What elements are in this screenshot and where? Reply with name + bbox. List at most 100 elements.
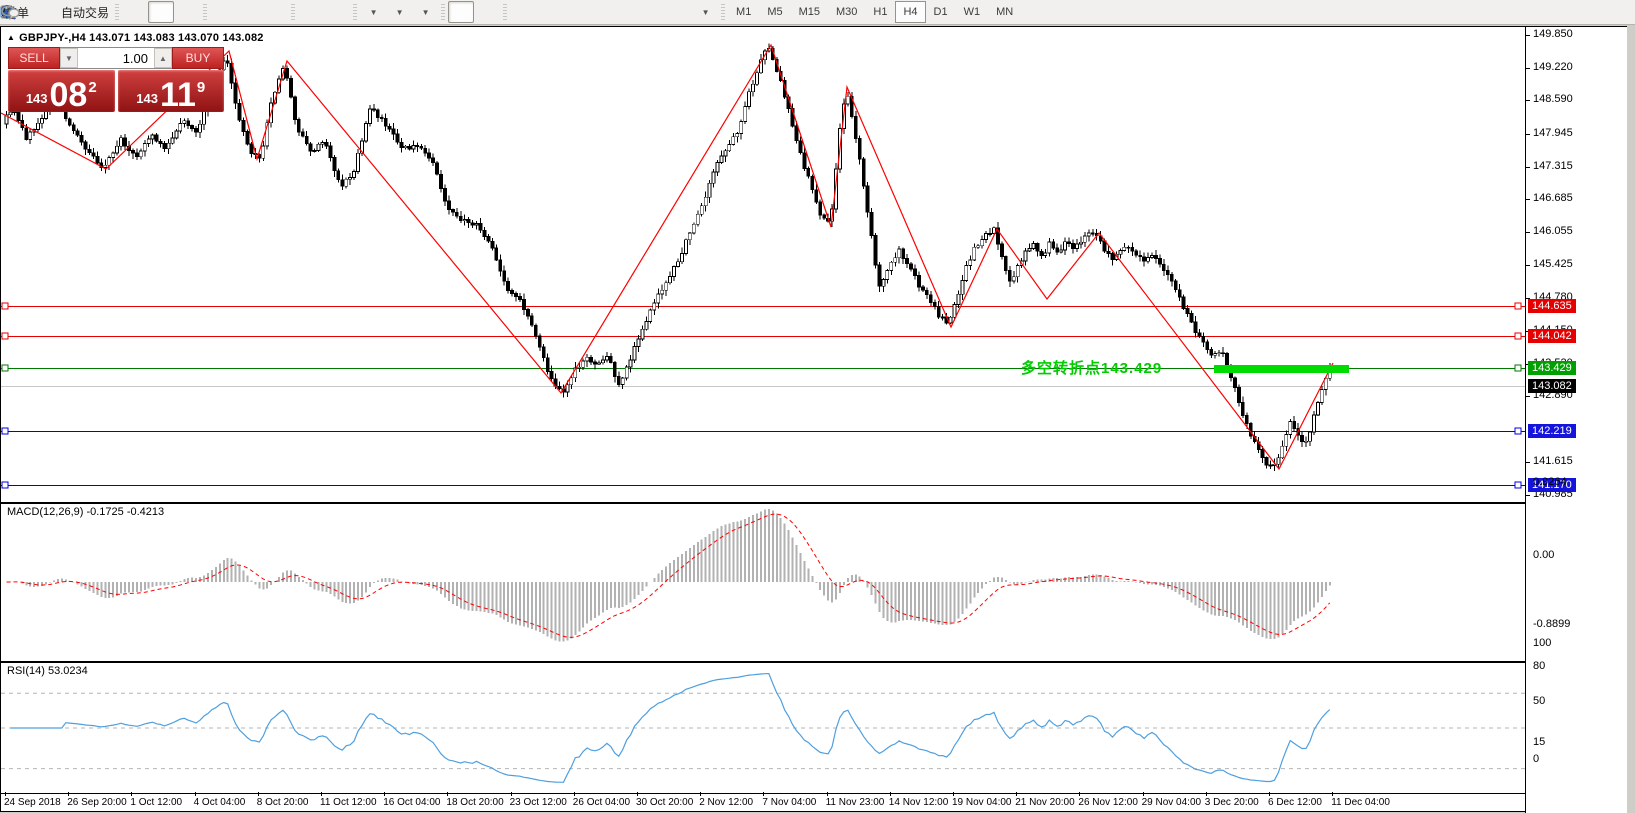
highlight-level-bar[interactable]	[1214, 365, 1349, 373]
time-axis-label: 16 Oct 04:00	[383, 797, 440, 808]
time-axis-label: 8 Oct 20:00	[257, 797, 309, 808]
new-order-icon[interactable]	[32, 1, 58, 23]
timeframe-M30[interactable]: M30	[828, 1, 865, 23]
time-axis-tick	[700, 792, 701, 796]
rsi-panel[interactable]	[1, 664, 1525, 793]
hline-handles-layer[interactable]	[2, 303, 1521, 488]
time-axis-tick	[447, 792, 448, 796]
main-chart-area[interactable]: 多空转折点143.429 ▲GBPJPY-,H4 143.071 143.083…	[1, 27, 1525, 502]
timeframe-W1[interactable]: W1	[956, 1, 989, 23]
volume-down-button[interactable]: ▼	[60, 48, 78, 68]
rsi-axis-label: 100	[1533, 637, 1551, 649]
time-axis-tick	[1332, 792, 1333, 796]
tile-windows-button[interactable]	[262, 1, 288, 23]
buy-price-big: 11	[160, 81, 196, 110]
y-axis-label: 146.685	[1533, 192, 1573, 204]
symbol-header[interactable]: ▲GBPJPY-,H4 143.071 143.083 143.070 143.…	[7, 32, 264, 44]
text-button[interactable]: A	[640, 1, 666, 23]
time-axis-tick	[5, 792, 6, 796]
arrows-button[interactable]: ▼	[692, 1, 718, 23]
macd-panel[interactable]	[1, 505, 1525, 661]
volume-up-button[interactable]: ▲	[154, 48, 172, 68]
time-axis-label: 4 Oct 04:00	[194, 797, 246, 808]
collapse-triangle-icon[interactable]: ▲	[7, 33, 15, 42]
chart-shift-button[interactable]	[324, 1, 350, 23]
macd-panel-divider[interactable]	[1, 502, 1626, 504]
y-axis-tick	[1526, 199, 1530, 200]
one-click-trading-panel: SELL ▼ 1.00 ▲ BUY 143082 143119	[8, 47, 224, 112]
toolbar-grip	[115, 4, 119, 20]
vertical-line-button[interactable]	[510, 1, 536, 23]
crosshair-button[interactable]	[474, 1, 500, 23]
volume-value[interactable]: 1.00	[78, 48, 154, 68]
fibonacci-button[interactable]: F	[614, 1, 640, 23]
time-axis-label: 26 Sep 20:00	[67, 797, 127, 808]
sell-price-big: 08	[50, 81, 88, 110]
horizontal-lines-layer[interactable]	[1, 307, 1525, 486]
timeframe-bar: M1M5M15M30H1H4D1W1MN	[728, 1, 1021, 23]
time-axis-tick	[637, 792, 638, 796]
rsi-axis-label: 80	[1533, 660, 1545, 672]
text-label-button[interactable]: T	[666, 1, 692, 23]
rsi-axis-label: 15	[1533, 736, 1545, 748]
time-axis-label: 26 Oct 04:00	[573, 797, 630, 808]
rsi-axis-label: 0	[1533, 753, 1539, 765]
chat-icon[interactable]	[0, 4, 20, 20]
sell-price-panel[interactable]: 143082	[8, 70, 115, 112]
time-axis-label: 7 Nov 04:00	[762, 797, 816, 808]
autotrade-button[interactable]: 自动交易	[58, 1, 112, 23]
timeframe-H4[interactable]: H4	[895, 1, 925, 23]
line-chart-button[interactable]	[174, 1, 200, 23]
timeframe-M1[interactable]: M1	[728, 1, 759, 23]
price-axis[interactable]: 149.850149.220148.590147.945147.315146.6…	[1525, 27, 1627, 813]
time-axis-label: 1 Oct 12:00	[130, 797, 182, 808]
time-axis-label: 3 Dec 20:00	[1205, 797, 1259, 808]
time-axis-label: 23 Oct 12:00	[510, 797, 567, 808]
horizontal-line-button[interactable]	[536, 1, 562, 23]
macd-axis-label: 0.9264	[1533, 476, 1567, 488]
macd-axis-label: 0.00	[1533, 549, 1554, 561]
time-axis-label: 11 Oct 12:00	[320, 797, 377, 808]
dropdown-caret: ▼	[396, 8, 404, 17]
macd-axis-label: -0.8899	[1533, 618, 1570, 630]
time-axis-tick	[1206, 792, 1207, 796]
templates-button[interactable]: ▼	[412, 1, 438, 23]
macd-histogram-layer	[7, 509, 1330, 642]
rsi-label: RSI(14) 53.0234	[7, 665, 88, 677]
timeframe-M5[interactable]: M5	[759, 1, 790, 23]
equidistant-channel-button[interactable]: E	[588, 1, 614, 23]
dropdown-caret: ▼	[702, 8, 710, 17]
time-axis-label: 11 Dec 04:00	[1331, 797, 1390, 808]
y-axis-label: 149.220	[1533, 61, 1573, 73]
time-axis-tick	[131, 792, 132, 796]
sell-button[interactable]: SELL	[8, 47, 60, 69]
timeframe-H1[interactable]: H1	[865, 1, 895, 23]
y-axis-tick	[1526, 134, 1530, 135]
rsi-panel-divider[interactable]	[1, 661, 1626, 663]
sell-price-sup: 2	[88, 79, 96, 96]
y-axis-label: 148.590	[1533, 93, 1573, 105]
cursor-button[interactable]	[448, 1, 474, 23]
zoom-in-button[interactable]	[210, 1, 236, 23]
toolbar-grip	[291, 4, 295, 20]
buy-button[interactable]: BUY	[172, 47, 224, 69]
time-axis-tick	[1079, 792, 1080, 796]
buy-price-panel[interactable]: 143119	[118, 70, 225, 112]
time-axis-tick	[763, 792, 764, 796]
bar-chart-button[interactable]	[122, 1, 148, 23]
timeframe-D1[interactable]: D1	[926, 1, 956, 23]
indicators-button[interactable]: ▼	[360, 1, 386, 23]
time-axis-label: 29 Nov 04:00	[1142, 797, 1202, 808]
dropdown-caret: ▼	[422, 8, 430, 17]
timeframe-MN[interactable]: MN	[988, 1, 1021, 23]
auto-scroll-button[interactable]	[298, 1, 324, 23]
periods-button[interactable]: ▼	[386, 1, 412, 23]
time-axis-tick	[195, 792, 196, 796]
y-axis-tick	[1526, 68, 1530, 69]
trendline-button[interactable]	[562, 1, 588, 23]
time-axis-tick	[574, 792, 575, 796]
price-level-label: 144.635	[1528, 299, 1576, 313]
zoom-out-button[interactable]	[236, 1, 262, 23]
candlestick-button[interactable]	[148, 1, 174, 23]
timeframe-M15[interactable]: M15	[791, 1, 828, 23]
